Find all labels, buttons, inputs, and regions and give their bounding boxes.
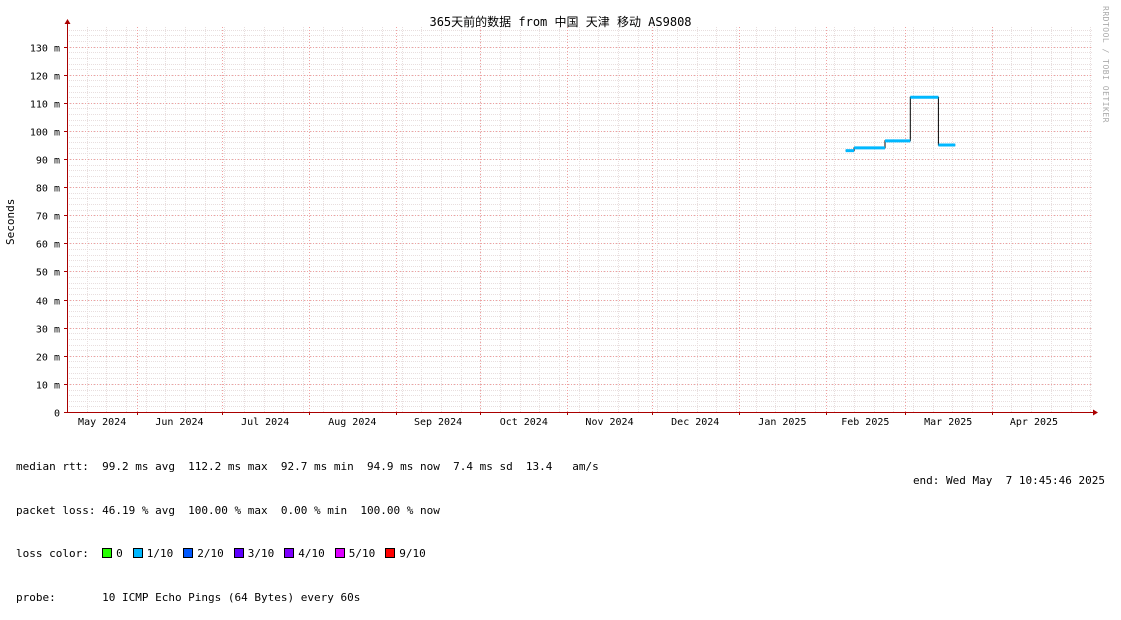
y-tick-label: 10 m [36, 381, 60, 392]
legend-label: 2/10 [197, 547, 224, 560]
series-marks [845, 95, 956, 153]
x-tick-label: Mar 2025 [924, 417, 972, 428]
y-axis-label: Seconds [4, 198, 17, 245]
y-tick-label: 50 m [36, 268, 60, 279]
legend-item: 4/10 [284, 547, 325, 560]
y-tick-label: 0 [54, 409, 60, 420]
legend-label: 1/10 [146, 547, 174, 560]
minor-grid [67, 27, 1093, 412]
x-tick-label: May 2024 [78, 417, 126, 428]
legend-label: 0 [116, 547, 123, 560]
legend-item: 3/10 [233, 547, 275, 560]
x-tick-label: Oct 2024 [500, 417, 548, 428]
x-tick-label: Jul 2024 [241, 417, 289, 428]
y-tick-label: 70 m [36, 212, 60, 223]
chart-canvas: 0 10 m 20 m 30 m 40 m 50 m 60 m 70 m 80 m 90 m 100… [30, 19, 1098, 429]
x-tick-label: Nov 2024 [585, 417, 633, 428]
packet-loss-line: packet loss: 46.19 % avg 100.00 % max 0.… [16, 503, 440, 517]
y-tick-label: 110 m [30, 100, 60, 111]
series-line [845, 96, 956, 152]
tick-labels: 0 10 m 20 m 30 m 40 m 50 m 60 m 70 m 80 m 90 m 100… [30, 44, 1058, 429]
y-tick-label: 120 m [30, 72, 60, 83]
legend-swatch [132, 548, 143, 558]
y-tick-label: 80 m [36, 184, 60, 195]
legend-item: 1/10 [132, 547, 174, 560]
y-tick-label: 60 m [36, 240, 60, 251]
end-time: end: Wed May 7 10:45:46 2025 [912, 474, 1105, 487]
median-rtt-line: median rtt: 99.2 ms avg 112.2 ms max 92.… [16, 460, 599, 473]
y-tick-label: 20 m [36, 353, 60, 364]
y-tick-label: 30 m [36, 325, 60, 336]
legend-swatch [284, 548, 295, 558]
legend-item: 2/10 [183, 547, 224, 560]
legend-item: 9/10 [385, 547, 426, 560]
x-tick-label: Aug 2024 [328, 417, 376, 428]
legend-item: 5/10 [334, 547, 376, 560]
legend-label: 9/10 [399, 547, 426, 560]
x-tick-label: Sep 2024 [414, 417, 462, 428]
x-tick-label: Jun 2024 [155, 417, 203, 428]
y-tick-label: 40 m [36, 297, 60, 308]
watermark: RRDTOOL / TOBI OETIKER [1101, 6, 1110, 123]
loss-color-label: loss color: [16, 547, 89, 560]
legend-swatch [183, 548, 194, 558]
x-tick-label: Feb 2025 [841, 417, 889, 428]
probe-line: probe: 10 ICMP Echo Pings (64 Bytes) eve… [16, 590, 361, 604]
stats-block: median rtt: 99.2 ms avg 112.2 ms max 92.… [16, 431, 599, 620]
y-tick-label: 130 m [30, 44, 60, 55]
legend-swatch [334, 548, 345, 558]
chart-title: 365天前的数据 from 中国 天津 移动 AS9808 [429, 15, 692, 29]
x-tick-label: Apr 2025 [1010, 417, 1058, 428]
loss-color-line: loss color: 0 1/10 2/10 3/10 4/10 5/10 9/10 [16, 547, 599, 562]
legend-label: 5/10 [348, 547, 376, 560]
x-tick-label: Dec 2024 [671, 417, 719, 428]
x-tick-label: Jan 2025 [758, 417, 806, 428]
legend-swatch [385, 548, 396, 558]
legend-label: 3/10 [247, 547, 275, 560]
y-tick-label: 90 m [36, 156, 60, 167]
legend-label: 4/10 [298, 547, 325, 560]
legend-swatch [102, 548, 113, 558]
x-axis-arrow [1093, 409, 1098, 416]
y-tick-label: 100 m [30, 128, 60, 139]
legend-item: 0 [102, 547, 123, 560]
loss-legend: 0 1/10 2/10 3/10 4/10 5/10 9/10 [102, 547, 436, 560]
legend-swatch [233, 548, 244, 558]
